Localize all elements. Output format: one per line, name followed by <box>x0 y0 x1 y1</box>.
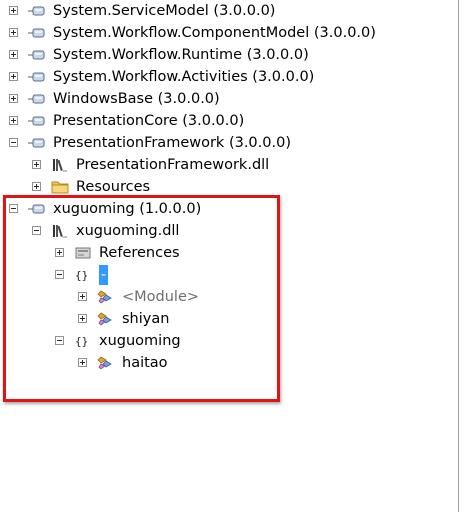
tree-node-assembly[interactable]: PresentationFramework (3.0.0.0) <box>0 132 455 154</box>
assembly-icon <box>28 47 46 63</box>
assembly-icon <box>28 113 46 129</box>
tree-node-assembly[interactable]: System.ServiceModel (3.0.0.0) <box>0 0 455 22</box>
tree-node-assembly[interactable]: System.Workflow.Activities (3.0.0.0) <box>0 66 455 88</box>
highlight-box <box>3 195 280 402</box>
tree-node-label[interactable]: System.Workflow.Activities (3.0.0.0) <box>53 67 314 87</box>
expand-icon[interactable] <box>9 116 18 125</box>
tree-node-label[interactable]: System.ServiceModel (3.0.0.0) <box>53 1 275 21</box>
expand-icon[interactable] <box>32 182 41 191</box>
expand-icon[interactable] <box>9 94 18 103</box>
tree-node-assembly[interactable]: WindowsBase (3.0.0.0) <box>0 88 455 110</box>
tree-node-label[interactable]: Resources <box>76 177 150 197</box>
expand-icon[interactable] <box>9 28 18 37</box>
assembly-icon <box>28 135 46 151</box>
tree-node-label[interactable]: WindowsBase (3.0.0.0) <box>53 89 220 109</box>
library-icon <box>51 157 69 173</box>
tree-node-assembly[interactable]: PresentationCore (3.0.0.0) <box>0 110 455 132</box>
assembly-icon <box>28 25 46 41</box>
expand-icon[interactable] <box>9 6 18 15</box>
tree-node-label[interactable]: System.Workflow.Runtime (3.0.0.0) <box>53 45 309 65</box>
assembly-icon <box>28 3 46 19</box>
folder-icon <box>51 179 69 195</box>
tree-node-module[interactable]: PresentationFramework.dll <box>0 154 455 176</box>
assembly-icon <box>28 69 46 85</box>
tree-node-label[interactable]: PresentationCore (3.0.0.0) <box>53 111 244 131</box>
expand-icon[interactable] <box>9 50 18 59</box>
tree-node-assembly[interactable]: System.Workflow.ComponentModel (3.0.0.0) <box>0 22 455 44</box>
collapse-icon[interactable] <box>9 138 18 147</box>
expand-icon[interactable] <box>9 72 18 81</box>
tree-node-label[interactable]: PresentationFramework (3.0.0.0) <box>53 133 291 153</box>
assembly-icon <box>28 91 46 107</box>
tree-node-assembly[interactable]: System.Workflow.Runtime (3.0.0.0) <box>0 44 455 66</box>
tree-node-label[interactable]: System.Workflow.ComponentModel (3.0.0.0) <box>53 23 376 43</box>
expand-icon[interactable] <box>32 160 41 169</box>
tree-node-label[interactable]: PresentationFramework.dll <box>76 155 269 175</box>
panel-border <box>458 0 459 512</box>
